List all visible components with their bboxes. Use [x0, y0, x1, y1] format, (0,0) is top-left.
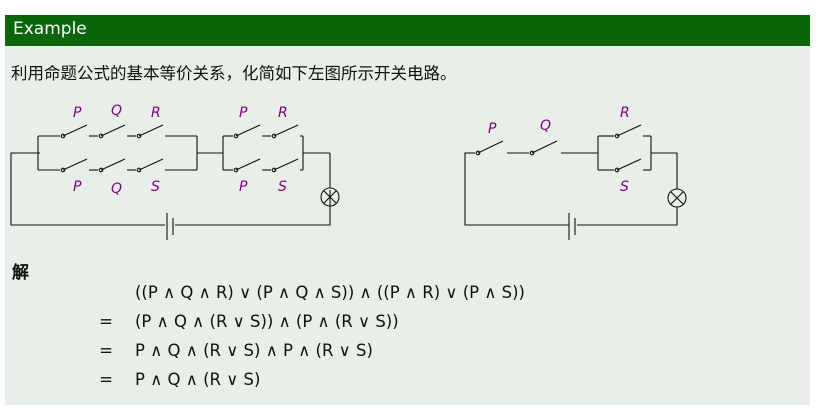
right-outer-wire-2 — [577, 207, 678, 226]
left-outer-wire-2 — [175, 190, 331, 226]
switch-label: P — [73, 105, 82, 121]
switch-label: S — [620, 179, 629, 195]
equation-expression: (P ∧ Q ∧ (R ∨ S)) ∧ (P ∧ (R ∨ S)) — [135, 312, 399, 331]
solution-label: 解 — [12, 263, 29, 283]
switch-label: R — [278, 105, 288, 121]
block-header: Example — [5, 15, 810, 46]
right-circuit: P Q R S — [464, 105, 687, 240]
equation-symbol: = — [99, 341, 113, 360]
equation-symbol: = — [99, 312, 113, 331]
switch-label: P — [239, 105, 248, 121]
left-outer-wire — [10, 152, 165, 226]
circuit-figure: P Q R P Q S P R P S P Q R S — [10, 103, 687, 240]
switch-label: Q — [111, 103, 122, 119]
switch-label: Q — [111, 181, 122, 197]
switch-label: S — [151, 179, 160, 195]
left-circuit: P Q R P Q S P R P S — [10, 103, 340, 240]
example-block: Example 利用命题公式的基本等价关系，化简如下左图所示开关电路。 P Q … — [5, 15, 810, 405]
equation-expression: ((P ∧ Q ∧ R) ∨ (P ∧ Q ∧ S)) ∧ ((P ∧ R) ∨… — [135, 283, 525, 302]
switch-label: R — [620, 105, 630, 121]
switch-label: S — [278, 179, 287, 195]
switch-label: P — [488, 121, 497, 137]
right-outer-wire — [464, 152, 569, 226]
switch-label: Q — [540, 118, 551, 134]
equation-expression: P ∧ Q ∧ (R ∨ S) ∧ P ∧ (R ∨ S) — [135, 341, 373, 360]
switch-label: P — [239, 179, 248, 195]
switch-label: R — [151, 105, 161, 121]
block-title: Example — [13, 19, 87, 39]
switch-label: P — [73, 179, 82, 195]
equation-expression: P ∧ Q ∧ (R ∨ S) — [135, 370, 261, 389]
equation-symbol: = — [99, 370, 113, 389]
